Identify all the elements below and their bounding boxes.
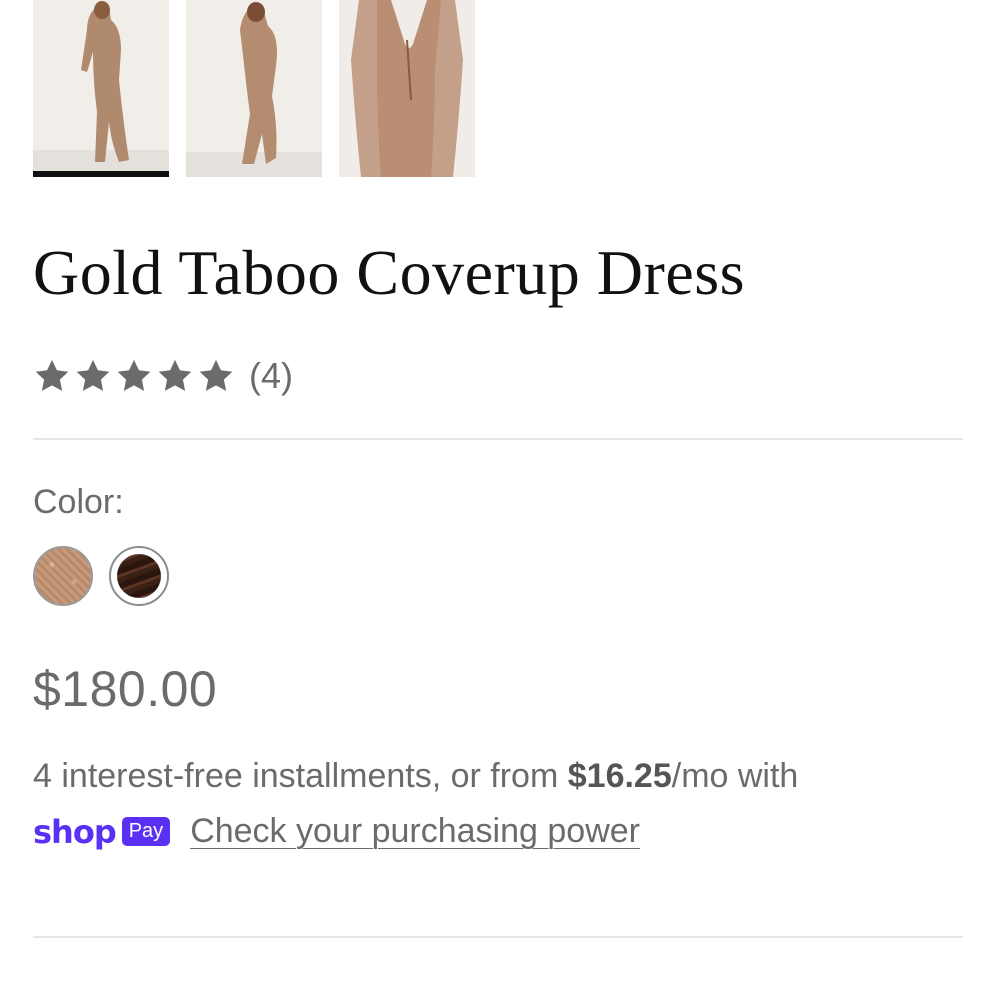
- installments-suffix: /mo with: [671, 757, 799, 795]
- product-photo-side: [186, 0, 322, 177]
- color-swatches: [33, 546, 169, 606]
- installments-prefix: 4 interest-free installments, or from: [33, 757, 568, 795]
- product-photo-front: [33, 0, 169, 177]
- divider: [33, 936, 963, 938]
- swatch-gold[interactable]: [33, 546, 93, 606]
- thumbnail-side[interactable]: [186, 0, 322, 177]
- star-icon: [158, 359, 192, 391]
- shop-pay-badge: Pay: [121, 817, 171, 846]
- installments-text: 4 interest-free installments, or from $1…: [33, 757, 798, 796]
- color-label: Color:: [33, 483, 124, 521]
- thumbnail-front[interactable]: [33, 0, 169, 177]
- swatch-brown[interactable]: [109, 546, 169, 606]
- swatch-brown-fill: [117, 554, 161, 598]
- star-icon: [199, 359, 233, 391]
- shop-pay-row: shop Pay Check your purchasing power: [33, 812, 640, 851]
- divider: [33, 438, 963, 440]
- product-price: $180.00: [33, 661, 218, 717]
- thumbnail-closeup[interactable]: [339, 0, 475, 177]
- product-photo-closeup: [339, 0, 475, 177]
- product-rating[interactable]: (4): [33, 354, 293, 398]
- shop-pay-logo: shop: [33, 812, 117, 851]
- review-count: (4): [249, 355, 293, 396]
- star-icon: [35, 359, 69, 391]
- star-icon: [76, 359, 110, 391]
- product-title: Gold Taboo Coverup Dress: [33, 237, 746, 308]
- thumbnail-gallery: [33, 0, 475, 177]
- installments-amount: $16.25: [567, 757, 672, 795]
- purchasing-power-link[interactable]: Check your purchasing power: [190, 812, 640, 851]
- star-rating: [33, 357, 235, 395]
- star-icon: [117, 359, 151, 391]
